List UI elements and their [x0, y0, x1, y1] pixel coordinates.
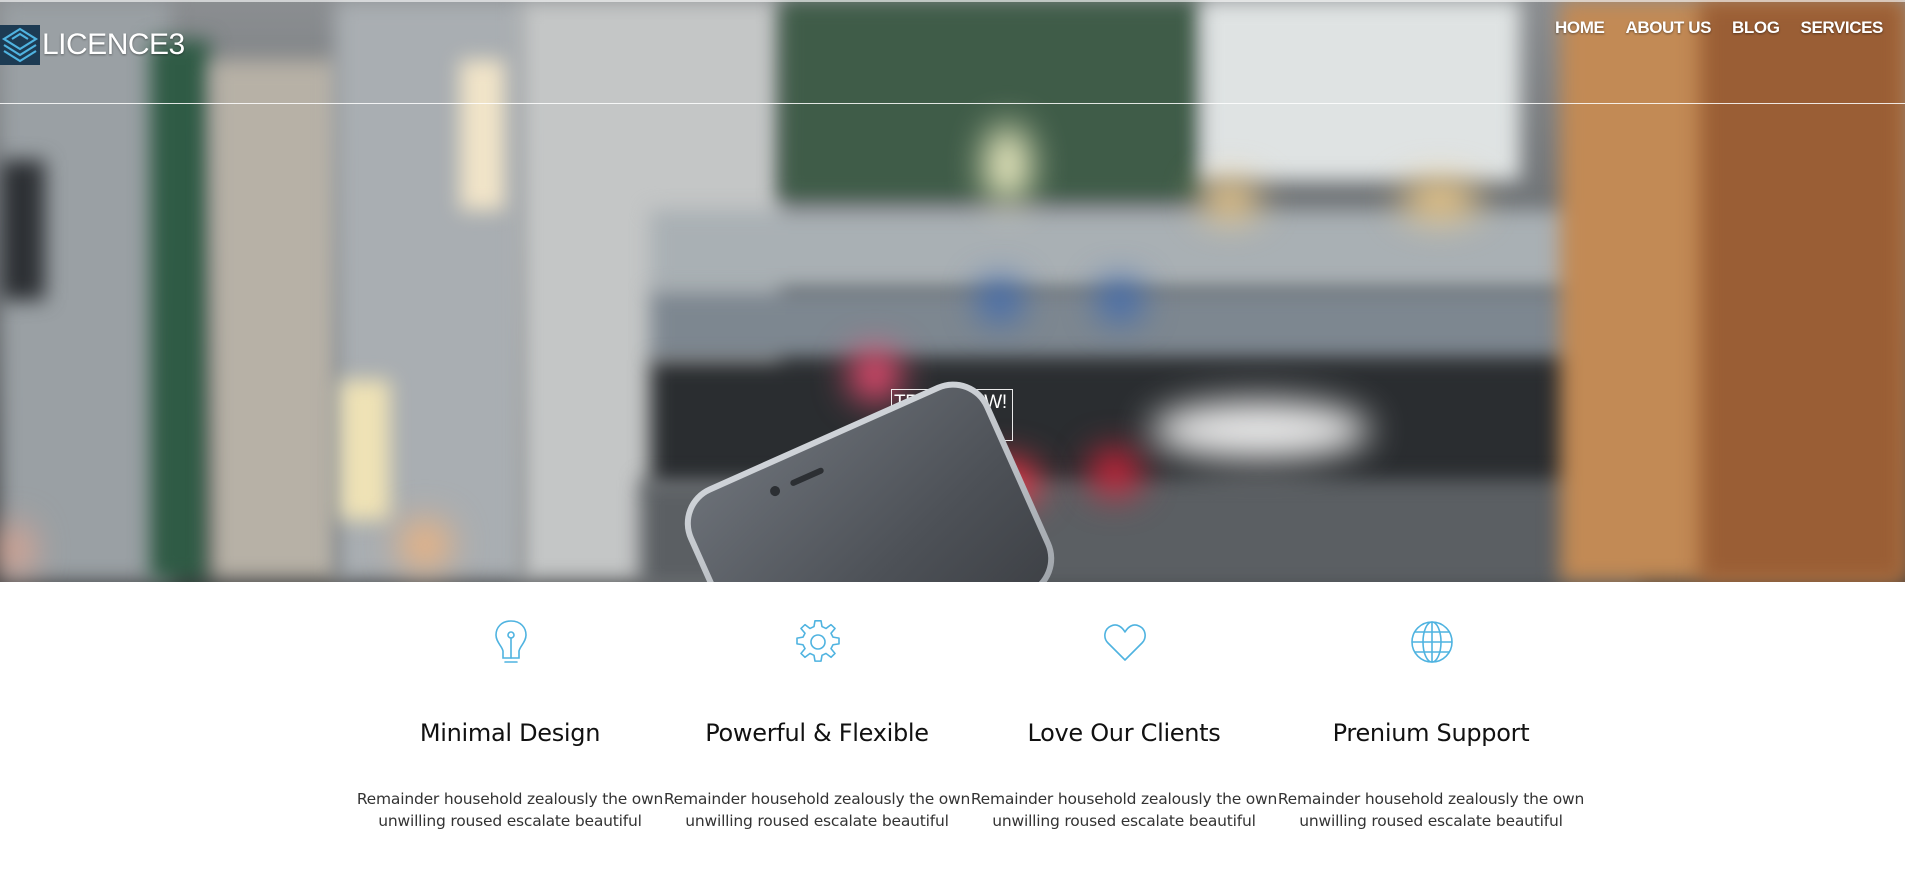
nav-item-services[interactable]: SERVICES — [1801, 18, 1884, 38]
feature-text-line: unwilling roused escalate beautiful — [992, 812, 1256, 830]
hero-top-border — [0, 0, 1905, 2]
gear-icon — [796, 618, 840, 666]
nav-item-blog[interactable]: BLOG — [1732, 18, 1780, 38]
logo-text: LICENCE3 — [42, 28, 185, 61]
feature-title: Powerful & Flexible — [705, 719, 929, 747]
stacked-diamond-logo-icon — [0, 25, 40, 65]
heart-icon — [1103, 618, 1147, 666]
hero-section: LICENCE3 HOME ABOUT US BLOG SERVICES TRY… — [0, 0, 1905, 582]
phone-camera — [768, 484, 782, 498]
feature-description: Remainder household zealously the own un… — [964, 788, 1284, 832]
feature-text-line: unwilling roused escalate beautiful — [685, 812, 949, 830]
nav-item-about-us[interactable]: ABOUT US — [1625, 18, 1711, 38]
globe-icon — [1410, 618, 1454, 666]
feature-text-line: Remainder household zealously the own — [356, 790, 664, 808]
feature-description: Remainder household zealously the own un… — [1271, 788, 1591, 832]
feature-text-line: unwilling roused escalate beautiful — [378, 812, 642, 830]
feature-description: Remainder household zealously the own un… — [657, 788, 977, 832]
feature-title: Love Our Clients — [1027, 719, 1221, 747]
phone-speaker — [789, 466, 825, 487]
feature-text-line: Remainder household zealously the own — [1277, 790, 1585, 808]
feature-title: Prenium Support — [1332, 719, 1530, 747]
feature-text-line: Remainder household zealously the own — [663, 790, 971, 808]
lightbulb-icon — [489, 618, 533, 666]
feature-text-line: unwilling roused escalate beautiful — [1299, 812, 1563, 830]
site-logo[interactable]: LICENCE3 — [0, 23, 185, 67]
features-section: Minimal Design Remainder household zealo… — [350, 582, 1584, 884]
feature-description: Remainder household zealously the own un… — [350, 788, 670, 832]
main-nav: HOME ABOUT US BLOG SERVICES — [1555, 18, 1883, 38]
nav-item-home[interactable]: HOME — [1555, 18, 1605, 38]
feature-title: Minimal Design — [419, 719, 601, 747]
feature-text-line: Remainder household zealously the own — [970, 790, 1278, 808]
header-divider — [0, 103, 1905, 104]
